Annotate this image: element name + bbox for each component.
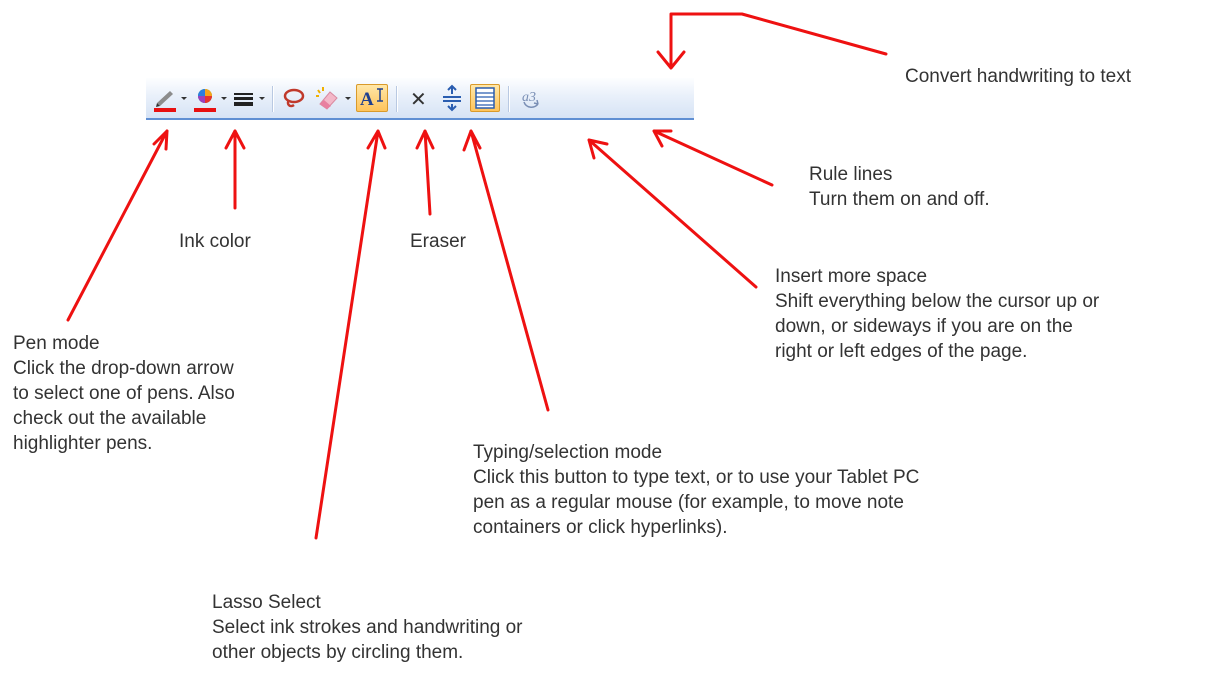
rule-lines-icon <box>475 87 495 109</box>
typing-mode-line: Click this button to type text, or to us… <box>473 467 920 488</box>
lasso-select-button[interactable] <box>280 84 308 112</box>
color-dropdown-icon[interactable] <box>220 91 228 105</box>
pen-mode-line: Click the drop-down arrow <box>13 358 234 379</box>
eraser-dropdown-icon[interactable] <box>344 91 352 105</box>
arrow-rule-lines <box>652 129 774 187</box>
toolbar-separator <box>396 86 398 112</box>
pen-mode-title: Pen mode <box>13 333 100 354</box>
pen-mode-line: check out the available <box>13 408 207 429</box>
arrow-pen-mode <box>66 129 169 322</box>
lasso-icon <box>283 88 305 108</box>
lasso-select-title: Lasso Select <box>212 592 321 613</box>
lasso-select-line: Select ink strokes and handwriting or <box>212 617 523 638</box>
eraser-icon <box>316 87 338 110</box>
line-weight-dropdown-icon[interactable] <box>258 91 266 105</box>
text-cursor-icon: A <box>360 88 383 110</box>
insert-space-icon <box>443 84 461 112</box>
lasso-select-callout: Lasso Select Select ink strokes and hand… <box>212 590 523 665</box>
arrow-eraser <box>415 129 435 216</box>
arrow-typing-mode <box>462 129 550 412</box>
lasso-select-line: other objects by circling them. <box>212 642 464 663</box>
color-wheel-icon <box>194 89 216 112</box>
typing-mode-title: Typing/selection mode <box>473 442 663 463</box>
insert-space-button[interactable] <box>438 84 466 112</box>
typing-mode-callout: Typing/selection mode Click this button … <box>473 440 919 540</box>
close-icon: ✕ <box>410 87 427 111</box>
insert-space-callout: Insert more space Shift everything below… <box>775 264 1099 364</box>
rule-lines-callout: Rule lines Turn them on and off. <box>809 162 990 212</box>
pen-mode-callout: Pen mode Click the drop-down arrow to se… <box>13 331 235 456</box>
convert-label: Convert handwriting to text <box>905 66 1132 87</box>
line-weight-button[interactable] <box>232 84 256 112</box>
pen-mode-button[interactable] <box>152 84 178 112</box>
rule-lines-title: Rule lines <box>809 164 893 185</box>
eraser-button[interactable] <box>314 84 342 112</box>
line-weight-icon <box>234 93 253 106</box>
rule-lines-button[interactable] <box>470 84 500 112</box>
insert-space-title: Insert more space <box>775 266 928 287</box>
insert-space-line: right or left edges of the page. <box>775 341 1028 362</box>
insert-space-line: down, or sideways if you are on the <box>775 316 1073 337</box>
convert-handwriting-icon: a3 <box>522 90 539 108</box>
typing-mode-line: containers or click hyperlinks). <box>473 517 728 538</box>
insert-space-line: Shift everything below the cursor up or <box>775 291 1100 312</box>
arrow-ink-color <box>224 129 246 210</box>
ink-color-button[interactable] <box>192 84 218 112</box>
eraser-label: Eraser <box>410 231 466 252</box>
ink-toolbar: A ✕ a3 <box>146 78 694 120</box>
toolbar-separator <box>272 86 274 112</box>
arrow-convert-handwriting <box>656 12 888 70</box>
delete-button[interactable]: ✕ <box>404 84 432 112</box>
typing-mode-line: pen as a regular mouse (for example, to … <box>473 492 904 513</box>
typing-selection-mode-button[interactable]: A <box>356 84 388 112</box>
arrow-lasso-select <box>314 129 387 540</box>
pen-dropdown-icon[interactable] <box>180 91 188 105</box>
typing-glyph: A <box>360 89 374 110</box>
arrow-insert-space <box>587 138 758 289</box>
pen-icon <box>154 91 176 112</box>
pen-mode-line: highlighter pens. <box>13 433 153 454</box>
ink-color-label: Ink color <box>179 231 251 252</box>
convert-handwriting-button[interactable]: a3 <box>516 84 548 112</box>
rule-lines-line: Turn them on and off. <box>809 189 990 210</box>
toolbar-separator <box>508 86 510 112</box>
pen-mode-line: to select one of pens. Also <box>13 383 235 404</box>
svg-text:✕: ✕ <box>410 87 427 111</box>
